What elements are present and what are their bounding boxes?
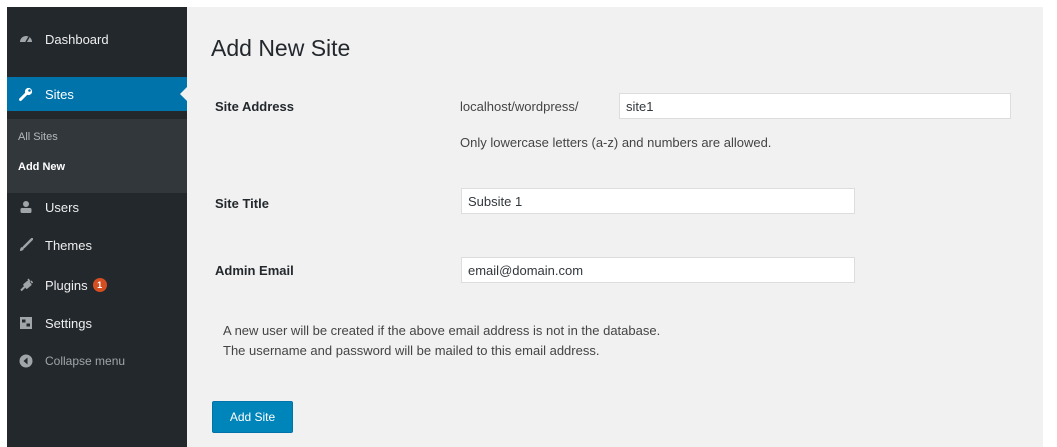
menu-label-sites: Sites	[45, 86, 74, 102]
admin-email-label: Admin Email	[215, 263, 294, 278]
menu-label-plugins: Plugins	[45, 277, 88, 293]
menu-label-themes: Themes	[45, 237, 92, 253]
settings-icon	[18, 315, 34, 331]
add-site-button[interactable]: Add Site	[212, 401, 293, 433]
users-icon	[18, 199, 34, 215]
collapse-icon	[18, 353, 34, 369]
site-title-input[interactable]	[461, 188, 855, 214]
plug-icon	[18, 277, 34, 293]
site-address-label: Site Address	[215, 99, 294, 114]
menu-item-plugins[interactable]: Plugins 1	[7, 271, 187, 299]
brush-icon	[18, 237, 34, 253]
notice-line-2: The username and password will be mailed…	[223, 343, 600, 358]
menu-label-dashboard: Dashboard	[45, 31, 109, 47]
site-address-hint: Only lowercase letters (a-z) and numbers…	[460, 135, 772, 150]
collapse-menu-button[interactable]: Collapse menu	[7, 347, 187, 375]
menu-item-users[interactable]: Users	[7, 193, 187, 221]
submenu-add-new[interactable]: Add New	[18, 161, 65, 173]
submenu-all-sites[interactable]: All Sites	[18, 131, 58, 143]
site-title-label: Site Title	[215, 196, 269, 211]
collapse-menu-label: Collapse menu	[45, 354, 126, 368]
sites-submenu: All Sites Add New	[7, 119, 187, 193]
menu-label-users: Users	[45, 199, 79, 215]
wrench-icon	[18, 86, 34, 102]
notice-line-1: A new user will be created if the above …	[223, 323, 661, 338]
site-address-prefix: localhost/wordpress/	[460, 99, 579, 114]
page-title: Add New Site	[211, 35, 351, 61]
menu-item-themes[interactable]: Themes	[7, 231, 187, 259]
main-content: Add New Site Site Address localhost/word…	[187, 7, 1043, 447]
dashboard-icon	[18, 31, 34, 47]
menu-item-settings[interactable]: Settings	[7, 309, 187, 337]
plugins-update-badge: 1	[92, 278, 107, 292]
menu-label-settings: Settings	[45, 315, 92, 331]
menu-item-dashboard[interactable]: Dashboard	[7, 25, 187, 53]
admin-email-input[interactable]	[461, 257, 855, 283]
new-user-notice: A new user will be created if the above …	[223, 321, 660, 361]
admin-sidebar: Dashboard Sites All Sites Add New Users	[7, 7, 187, 447]
menu-item-sites[interactable]: Sites	[7, 77, 187, 111]
site-address-input[interactable]	[619, 93, 1011, 119]
